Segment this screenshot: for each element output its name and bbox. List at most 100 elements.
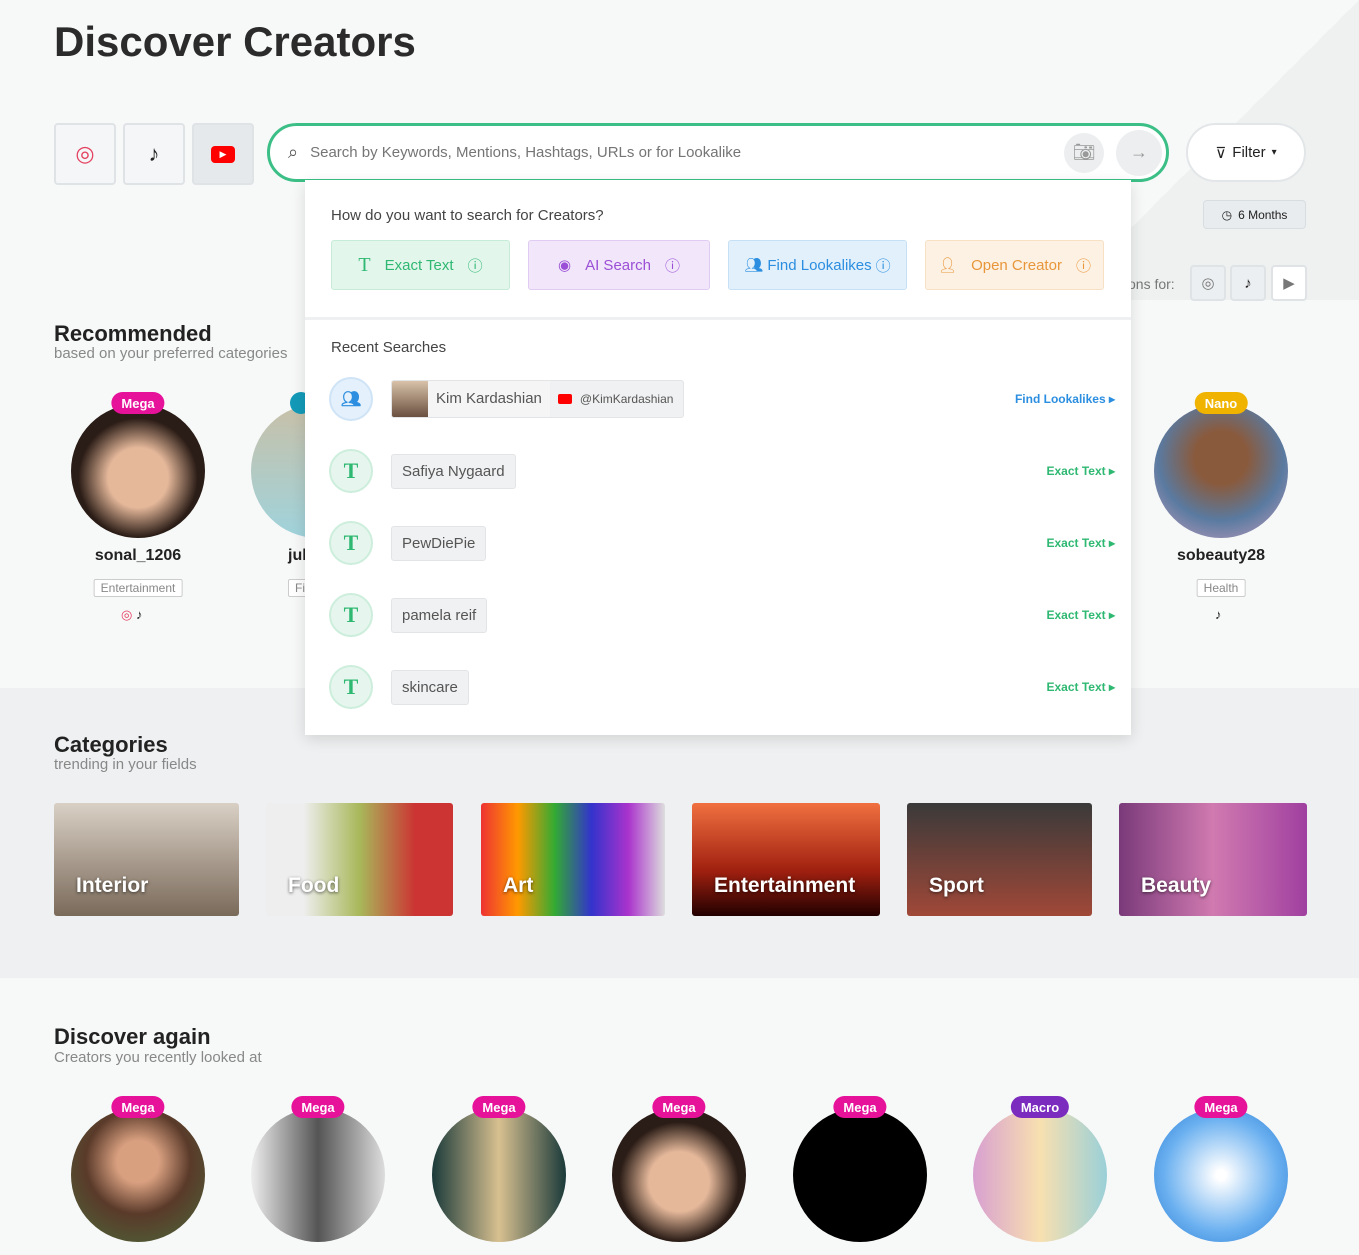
filter-icon: ⊽	[1215, 144, 1227, 162]
creator-thumbnail	[392, 381, 428, 417]
filter-button[interactable]: ⊽ Filter ▾	[1186, 123, 1306, 182]
recent-search-item[interactable]: T pamela reif Exact Text ▸	[329, 593, 1115, 637]
text-icon: T	[329, 521, 373, 565]
recent-search-item[interactable]: T PewDiePie Exact Text ▸	[329, 521, 1115, 565]
arrow-right-icon: →	[1130, 142, 1148, 162]
recent-search-action[interactable]: Exact Text ▸	[1047, 464, 1116, 478]
category-label: Food	[288, 874, 340, 897]
recent-search-action[interactable]: Exact Text ▸	[1047, 608, 1116, 622]
avatar	[793, 1108, 927, 1242]
recent-search-item[interactable]: T skincare Exact Text ▸	[329, 665, 1115, 709]
recent-search-action[interactable]: Exact Text ▸	[1047, 536, 1116, 550]
time-range-label: 6 Months	[1238, 207, 1288, 222]
help-icon: ⓘ	[664, 257, 680, 275]
youtube-icon: ▶	[211, 145, 235, 163]
tiktok-icon: ♪	[1244, 274, 1252, 292]
camera-icon: 📷︎	[1072, 142, 1096, 162]
time-range-button[interactable]: ◷ 6 Months	[1203, 200, 1306, 229]
mode-open-creator-button[interactable]: 👤︎ Open Creator ⓘ	[925, 240, 1104, 290]
category-tag: Entertainment	[93, 579, 183, 597]
search-mode-question: How do you want to search for Creators?	[331, 207, 604, 224]
avatar	[612, 1108, 746, 1242]
avatar	[1154, 1108, 1288, 1242]
platform-tiktok-button[interactable]: ♪	[123, 123, 185, 185]
instagram-icon: ◎	[75, 141, 95, 166]
tiktok-icon: ♪	[1215, 607, 1222, 622]
platform-instagram-button[interactable]: ◎	[54, 123, 116, 185]
avatar	[973, 1108, 1107, 1242]
recent-search-name: Safiya Nygaard	[391, 453, 516, 489]
help-icon: ⓘ	[875, 257, 891, 275]
action-label: Exact Text	[1046, 464, 1106, 478]
youtube-icon: ▶	[1283, 275, 1295, 292]
mode-exact-text-button[interactable]: T Exact Text ⓘ	[331, 240, 510, 290]
users-icon: 👥︎	[744, 257, 764, 274]
suggestions-label: ons for:	[1128, 276, 1175, 292]
search-bar: ⌕ 📷︎ →	[267, 123, 1169, 182]
help-icon: ⓘ	[467, 257, 483, 275]
category-card-beauty[interactable]: Beauty	[1119, 803, 1307, 916]
creator-name: sonal_1206	[94, 547, 182, 564]
text-icon: T	[358, 253, 371, 276]
creator-name: sobeauty28	[1176, 547, 1266, 564]
mode-find-lookalikes-button[interactable]: 👥︎ Find Lookalikes ⓘ	[728, 240, 907, 290]
text-icon: T	[329, 593, 373, 637]
suggest-instagram-button[interactable]: ◎	[1190, 265, 1226, 301]
category-card-entertainment[interactable]: Entertainment	[692, 803, 880, 916]
image-search-button[interactable]: 📷︎	[1064, 132, 1104, 173]
categories-title: Categories	[54, 732, 168, 757]
avatar	[251, 1108, 385, 1242]
category-label: Sport	[929, 874, 984, 897]
discover-again-subtitle: Creators you recently looked at	[54, 1049, 262, 1066]
category-card-interior[interactable]: Interior	[54, 803, 239, 916]
recent-search-name: Kim Kardashian	[428, 381, 550, 417]
search-input[interactable]	[310, 144, 1064, 161]
mode-label: Open Creator	[971, 256, 1062, 274]
category-card-sport[interactable]: Sport	[907, 803, 1092, 916]
category-card-art[interactable]: Art	[481, 803, 665, 916]
search-dropdown: How do you want to search for Creators? …	[305, 180, 1131, 735]
recent-search-name: PewDiePie	[391, 525, 487, 561]
tier-badge: Mega	[111, 1096, 165, 1118]
platform-icons: ◎ ♪	[121, 607, 142, 623]
help-icon: ⓘ	[1075, 257, 1091, 275]
action-label: Exact Text	[1046, 608, 1106, 622]
platform-youtube-button[interactable]: ▶	[192, 123, 254, 185]
tier-badge: Mega	[1194, 1096, 1248, 1118]
users-icon: 👥︎	[329, 377, 373, 421]
text-icon: T	[329, 665, 373, 709]
recent-search-action[interactable]: Exact Text ▸	[1047, 680, 1116, 694]
suggest-youtube-button[interactable]: ▶	[1271, 265, 1307, 301]
filter-label: Filter	[1232, 144, 1266, 161]
category-label: Interior	[76, 874, 149, 897]
user-icon: 👤︎	[938, 257, 958, 274]
action-label: Exact Text	[1046, 536, 1106, 550]
recent-search-item[interactable]: 👥︎ Kim Kardashian @KimKardashian Find Lo…	[329, 377, 1115, 421]
tier-badge: Mega	[833, 1096, 887, 1118]
page-title: Discover Creators	[54, 18, 416, 65]
instagram-icon: ◎	[1201, 275, 1215, 292]
recent-search-action[interactable]: Find Lookalikes ▸	[1015, 392, 1115, 406]
mode-label: Exact Text	[384, 256, 454, 274]
recommended-title: Recommended	[54, 321, 212, 346]
submit-search-button[interactable]: →	[1116, 129, 1162, 176]
avatar	[71, 404, 205, 538]
category-label: Art	[503, 874, 534, 897]
recent-search-item[interactable]: T Safiya Nygaard Exact Text ▸	[329, 449, 1115, 493]
search-icon: ⌕	[288, 142, 299, 162]
eye-icon: ◉	[558, 257, 572, 274]
category-label: Beauty	[1141, 874, 1212, 897]
tier-badge: Mega	[291, 1096, 345, 1118]
category-label: Entertainment	[714, 874, 856, 897]
mode-label: AI Search	[585, 256, 651, 274]
suggest-tiktok-button[interactable]: ♪	[1230, 265, 1266, 301]
recent-search-handle: @KimKardashian	[579, 392, 674, 406]
recommended-subtitle: based on your preferred categories	[54, 345, 288, 362]
avatar	[71, 1108, 205, 1242]
mode-ai-search-button[interactable]: ◉ AI Search ⓘ	[528, 240, 710, 290]
categories-subtitle: trending in your fields	[54, 756, 197, 773]
tiktok-icon: ♪	[135, 607, 143, 622]
category-tag: Health	[1196, 579, 1246, 597]
category-card-food[interactable]: Food	[266, 803, 453, 916]
chevron-down-icon: ▾	[1271, 147, 1277, 158]
